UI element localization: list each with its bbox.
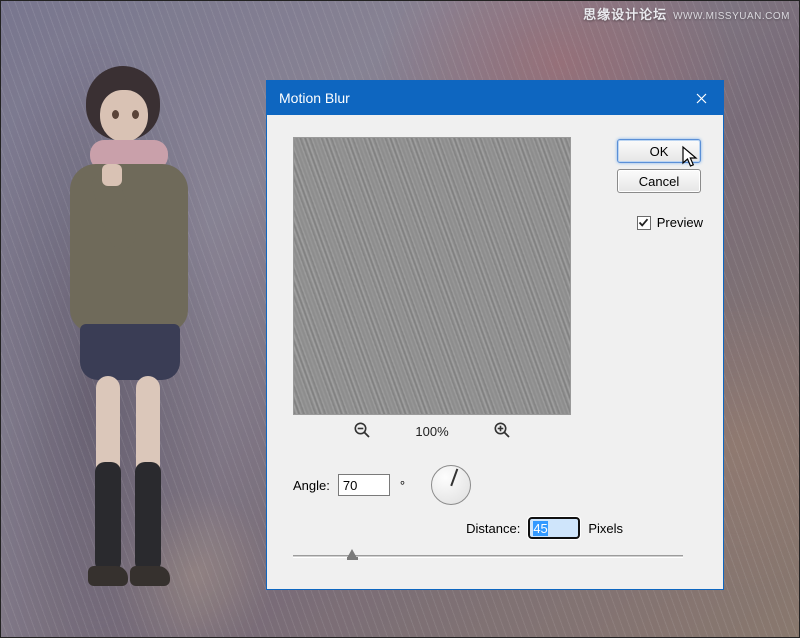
zoom-in-icon: [493, 421, 511, 439]
dialog-body: 100% Angle: ° Distance: Pixels OK Cancel: [267, 115, 723, 589]
ok-button[interactable]: OK: [617, 139, 701, 163]
zoom-out-button[interactable]: [353, 421, 371, 442]
preview-checkbox-row: Preview: [637, 215, 703, 230]
distance-row: Distance: Pixels: [293, 517, 653, 539]
angle-unit: °: [400, 478, 405, 493]
angle-dial[interactable]: [431, 465, 471, 505]
close-button[interactable]: [679, 81, 723, 115]
preview-image: [293, 137, 571, 415]
zoom-value: 100%: [407, 424, 457, 439]
angle-label: Angle:: [293, 478, 330, 493]
filter-preview[interactable]: [293, 137, 571, 415]
distance-unit: Pixels: [588, 521, 623, 536]
watermark-main: 思缘设计论坛: [583, 4, 667, 23]
zoom-controls: 100%: [293, 421, 571, 442]
close-icon: [696, 93, 707, 104]
distance-slider[interactable]: [293, 547, 683, 567]
check-icon: [638, 217, 649, 228]
dialog-titlebar[interactable]: Motion Blur: [267, 81, 723, 115]
distance-label: Distance:: [466, 521, 520, 536]
background-figure: [40, 60, 210, 620]
preview-checkbox-label: Preview: [657, 215, 703, 230]
preview-checkbox[interactable]: [637, 216, 651, 230]
distance-input[interactable]: [528, 517, 580, 539]
watermark: 思缘设计论坛 WWW.MISSYUAN.COM: [583, 4, 790, 23]
zoom-in-button[interactable]: [493, 421, 511, 442]
cancel-button[interactable]: Cancel: [617, 169, 701, 193]
zoom-out-icon: [353, 421, 371, 439]
angle-row: Angle: °: [293, 465, 593, 505]
motion-blur-dialog: Motion Blur 100% Angle: ° Distance:: [266, 80, 724, 590]
watermark-sub: WWW.MISSYUAN.COM: [673, 11, 790, 22]
angle-input[interactable]: [338, 474, 390, 496]
slider-thumb[interactable]: [347, 549, 358, 565]
dialog-title: Motion Blur: [279, 90, 679, 106]
